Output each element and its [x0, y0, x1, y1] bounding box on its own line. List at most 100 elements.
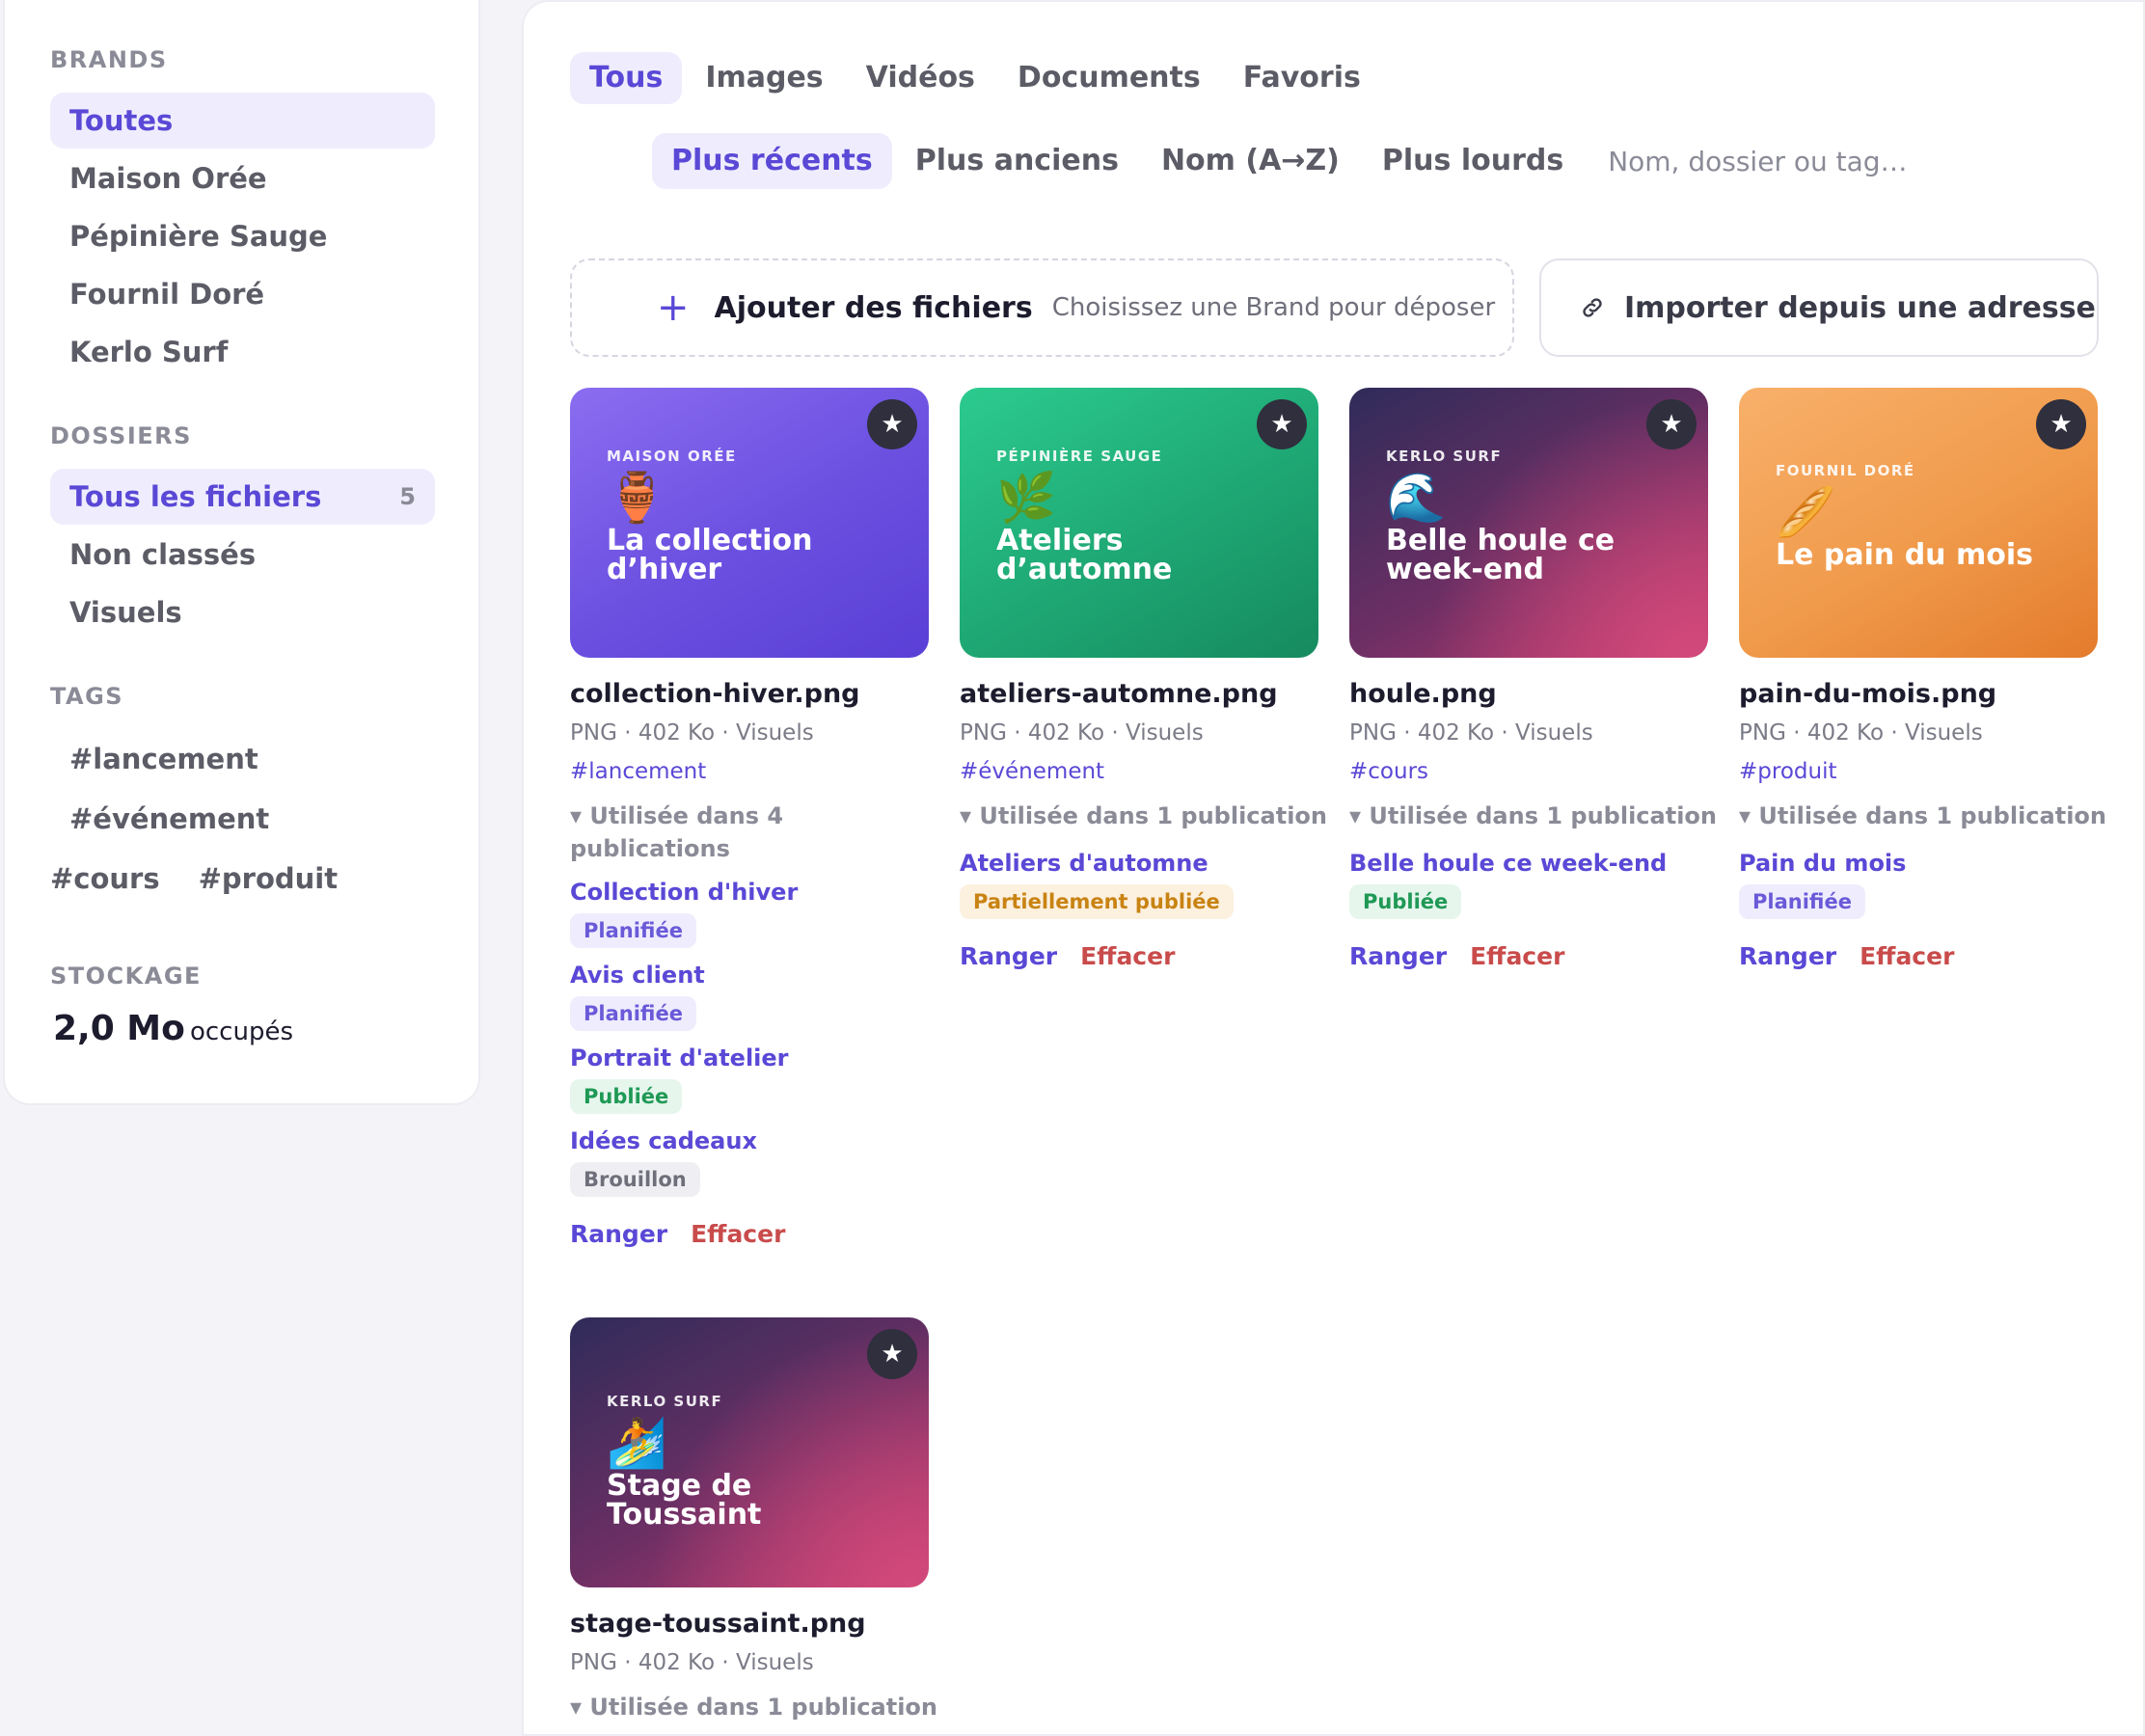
- tag-produit[interactable]: #produit: [179, 849, 358, 909]
- favorite-star-icon[interactable]: ★: [2036, 399, 2086, 449]
- file-thumbnail[interactable]: ★ FOURNIL DORÉ 🥖 Le pain du mois: [1739, 388, 2098, 658]
- delete-button[interactable]: Effacer: [1470, 942, 1564, 970]
- tab-images[interactable]: Images: [686, 52, 842, 104]
- storage-unit: occupés: [189, 1017, 293, 1046]
- move-button[interactable]: Ranger: [1349, 942, 1447, 970]
- sort-largest[interactable]: Plus lourds: [1363, 133, 1583, 189]
- sidebar-item-label: Fournil Doré: [69, 278, 265, 311]
- file-tag[interactable]: #lancement: [570, 759, 929, 784]
- sidebar-item-label: Kerlo Surf: [69, 336, 229, 368]
- move-button[interactable]: Ranger: [1739, 942, 1836, 970]
- file-thumbnail[interactable]: ★ MAISON ORÉE 🏺 La collection d’hiver: [570, 388, 929, 658]
- tag-cours[interactable]: #cours: [50, 849, 179, 909]
- link-icon: [1580, 295, 1605, 320]
- file-name: houle.png: [1349, 679, 1497, 709]
- file-thumbnail[interactable]: ★ KERLO SURF 🌊 Belle houle ce week-end: [1349, 388, 1708, 658]
- sidebar-folder-visuals[interactable]: Visuels: [50, 584, 435, 640]
- sidebar-item-label: Toutes: [69, 104, 174, 137]
- status-badge: Partiellement publiée: [960, 884, 1234, 919]
- favorite-star-icon[interactable]: ★: [1646, 399, 1697, 449]
- publication-item: Pain du mois Planifiée: [1739, 850, 2098, 919]
- publication-link[interactable]: Idées cadeaux: [570, 1127, 929, 1154]
- tags-heading: TAGS: [50, 683, 124, 710]
- sidebar-brand-fournil-dore[interactable]: Fournil Doré: [50, 266, 435, 322]
- storage-usage: 2,0 Mo occupés: [50, 1009, 435, 1048]
- status-badge: Publiée: [570, 1079, 683, 1114]
- surfer-icon: 🏄: [607, 1415, 667, 1471]
- file-tag[interactable]: #cours: [1349, 759, 1708, 784]
- file-card: ★ KERLO SURF 🏄 Stage de Toussaint stage-…: [570, 1317, 937, 1723]
- tag-lancement[interactable]: #lancement: [50, 729, 278, 789]
- thumbnail-title: Le pain du mois: [1776, 538, 2033, 572]
- thumbnail-brand: PÉPINIÈRE SAUGE: [996, 448, 1163, 465]
- file-thumbnail[interactable]: ★ PÉPINIÈRE SAUGE 🌿 Ateliers d’automne: [960, 388, 1318, 658]
- publication-item: Belle houle ce week-end Publiée: [1349, 850, 1708, 919]
- sort-oldest[interactable]: Plus anciens: [896, 133, 1138, 189]
- file-tag[interactable]: #produit: [1739, 759, 2098, 784]
- status-badge: Planifiée: [570, 996, 696, 1031]
- sort-newest[interactable]: Plus récents: [652, 133, 892, 189]
- tag-evenement[interactable]: #événement: [50, 789, 288, 849]
- file-thumbnail[interactable]: ★ KERLO SURF 🏄 Stage de Toussaint: [570, 1317, 929, 1587]
- tab-favorites[interactable]: Favoris: [1224, 52, 1380, 104]
- publication-item: Collection d'hiver Planifiée: [570, 879, 929, 948]
- publication-link[interactable]: Portrait d'atelier: [570, 1044, 929, 1071]
- sidebar-item-label: Non classés: [69, 538, 257, 571]
- thumbnail-brand: FOURNIL DORÉ: [1776, 462, 1915, 479]
- sidebar-brand-all[interactable]: Toutes: [50, 93, 435, 149]
- sidebar-brand-pepiniere-sauge[interactable]: Pépinière Sauge: [50, 208, 435, 264]
- file-card: ★ MAISON ORÉE 🏺 La collection d’hiver co…: [570, 388, 929, 1248]
- publication-link[interactable]: Avis client: [570, 962, 929, 989]
- file-actions: Ranger Effacer: [1739, 942, 2098, 970]
- usage-toggle[interactable]: ▾ Utilisée dans 4 publications: [570, 800, 929, 865]
- thumbnail-brand: MAISON ORÉE: [607, 448, 737, 465]
- thumbnail-title: Belle houle ce week-end: [1386, 524, 1616, 586]
- sidebar-item-label: Pépinière Sauge: [69, 220, 328, 253]
- import-label: Importer depuis une adresse: [1624, 290, 2096, 325]
- usage-toggle[interactable]: ▾ Utilisée dans 1 publication: [960, 800, 1327, 832]
- delete-button[interactable]: Effacer: [1080, 942, 1175, 970]
- move-button[interactable]: Ranger: [570, 1220, 667, 1248]
- thumbnail-brand: KERLO SURF: [607, 1393, 723, 1410]
- file-meta: PNG · 402 Ko · Visuels: [1739, 720, 1983, 746]
- file-meta: PNG · 402 Ko · Visuels: [570, 1650, 814, 1675]
- usage-toggle[interactable]: ▾ Utilisée dans 1 publication: [570, 1691, 937, 1723]
- publication-link[interactable]: Belle houle ce week-end: [1349, 850, 1708, 877]
- sidebar-folder-unsorted[interactable]: Non classés: [50, 527, 435, 583]
- import-url-button[interactable]: Importer depuis une adresse: [1539, 258, 2099, 357]
- file-card: ★ FOURNIL DORÉ 🥖 Le pain du mois pain-du…: [1739, 388, 2106, 970]
- upload-dropzone[interactable]: + Ajouter des fichiers Choisissez une Br…: [570, 258, 1514, 357]
- publication-link[interactable]: Collection d'hiver: [570, 879, 929, 906]
- tab-documents[interactable]: Documents: [998, 52, 1220, 104]
- search-input[interactable]: [1608, 133, 2014, 189]
- file-name: collection-hiver.png: [570, 679, 860, 709]
- favorite-star-icon[interactable]: ★: [867, 399, 917, 449]
- sidebar-brand-maison-oree[interactable]: Maison Orée: [50, 150, 435, 206]
- file-name: pain-du-mois.png: [1739, 679, 1997, 709]
- delete-button[interactable]: Effacer: [691, 1220, 785, 1248]
- sidebar-item-label: Visuels: [69, 596, 182, 629]
- move-button[interactable]: Ranger: [960, 942, 1057, 970]
- favorite-star-icon[interactable]: ★: [1257, 399, 1307, 449]
- sidebar-item-label: Tous les fichiers: [69, 480, 322, 513]
- publication-link[interactable]: Pain du mois: [1739, 850, 2098, 877]
- tab-videos[interactable]: Vidéos: [847, 52, 994, 104]
- file-card: ★ KERLO SURF 🌊 Belle houle ce week-end h…: [1349, 388, 1717, 970]
- file-actions: Ranger Effacer: [1349, 942, 1708, 970]
- sidebar-brand-kerlo-surf[interactable]: Kerlo Surf: [50, 324, 435, 380]
- thumbnail-brand: KERLO SURF: [1386, 448, 1503, 465]
- sort-name[interactable]: Nom (A→Z): [1142, 133, 1359, 189]
- sort-options: Plus récents Plus anciens Nom (A→Z) Plus…: [652, 133, 2014, 189]
- file-tag[interactable]: #événement: [960, 759, 1318, 784]
- tab-all[interactable]: Tous: [570, 52, 683, 104]
- sidebar-folder-all-files[interactable]: Tous les fichiers 5: [50, 469, 435, 525]
- thumbnail-title: Ateliers d’automne: [996, 524, 1173, 586]
- publication-link[interactable]: Ateliers d'automne: [960, 850, 1318, 877]
- usage-toggle[interactable]: ▾ Utilisée dans 1 publication: [1349, 800, 1717, 832]
- favorite-star-icon[interactable]: ★: [867, 1329, 917, 1379]
- storage-value: 2,0 Mo: [53, 1009, 185, 1048]
- plus-icon: +: [657, 285, 690, 330]
- usage-toggle[interactable]: ▾ Utilisée dans 1 publication: [1739, 800, 2106, 832]
- file-meta: PNG · 402 Ko · Visuels: [1349, 720, 1593, 746]
- delete-button[interactable]: Effacer: [1860, 942, 1954, 970]
